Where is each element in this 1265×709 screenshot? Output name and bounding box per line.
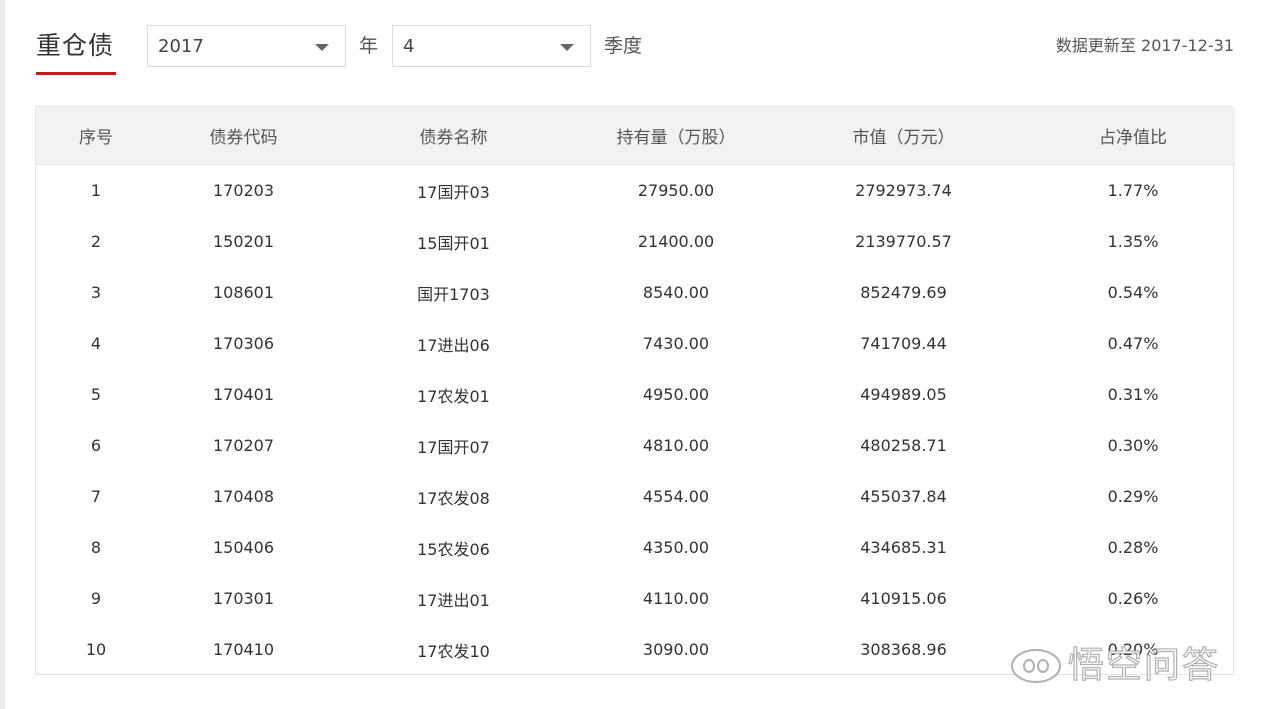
- cell-bond-code: 170401: [212, 385, 275, 404]
- bond-holdings-table: 序号 债券代码 债券名称 持有量（万股） 市值（万元） 占净值比 1 170203…: [35, 106, 1235, 676]
- column-header-bond-code: 债券代码: [156, 107, 331, 165]
- cell-bond-name: 17进出01: [417, 590, 490, 610]
- cell-index: 4: [90, 334, 102, 353]
- table-row: 7 170408 17农发08 4554.00 455037.84 0.29%: [36, 471, 1235, 522]
- cell-bond-name: 15国开01: [417, 233, 490, 253]
- table-row: 5 170401 17农发01 4950.00 494989.05 0.31%: [36, 369, 1235, 420]
- cell-bond-name: 17农发10: [417, 641, 490, 661]
- table-row: 1 170203 17国开03 27950.00 2792973.74 1.77%: [36, 165, 1235, 217]
- cell-net-value-ratio: 0.26%: [1107, 589, 1159, 608]
- cell-market-value: 494989.05: [860, 385, 947, 404]
- cell-bond-code: 170306: [212, 334, 275, 353]
- cell-index: 7: [90, 487, 102, 506]
- data-update-date: 数据更新至 2017-12-31: [1055, 36, 1234, 55]
- cell-bond-code: 170203: [212, 181, 275, 200]
- cell-holding-amount: 8540.00: [642, 283, 710, 302]
- cell-bond-code: 170301: [212, 589, 275, 608]
- cell-bond-name: 17农发01: [417, 386, 490, 406]
- cell-bond-name: 国开1703: [417, 284, 490, 304]
- quarter-select-value: 4: [403, 36, 415, 57]
- cell-market-value: 455037.84: [860, 487, 947, 506]
- cell-market-value: 741709.44: [860, 334, 947, 353]
- cell-index: 8: [90, 538, 102, 557]
- cell-market-value: 410915.06: [860, 589, 947, 608]
- left-edge-strip: [0, 0, 5, 709]
- title-active-underline: [36, 72, 116, 75]
- cell-holding-amount: 21400.00: [637, 232, 715, 251]
- cell-holding-amount: 7430.00: [642, 334, 710, 353]
- table-row: 8 150406 15农发06 4350.00 434685.31 0.28%: [36, 522, 1235, 573]
- table-body: 1 170203 17国开03 27950.00 2792973.74 1.77% 2 150…: [36, 165, 1235, 676]
- cell-holding-amount: 27950.00: [637, 181, 715, 200]
- table-row: 6 170207 17国开07 4810.00 480258.71 0.30%: [36, 420, 1235, 471]
- cell-net-value-ratio: 1.77%: [1107, 181, 1159, 200]
- cell-net-value-ratio: 0.30%: [1107, 436, 1159, 455]
- cell-market-value: 308368.96: [860, 640, 947, 659]
- cell-bond-name: 17国开07: [417, 437, 490, 457]
- cell-bond-name: 17国开03: [417, 182, 490, 202]
- cell-market-value: 2792973.74: [855, 181, 952, 200]
- year-select-value: 2017: [158, 36, 204, 57]
- cell-market-value: 852479.69: [860, 283, 947, 302]
- quarter-select[interactable]: 4: [392, 25, 591, 67]
- cell-net-value-ratio: 0.47%: [1107, 334, 1159, 353]
- cell-bond-name: 17农发08: [417, 488, 490, 508]
- table-row: 3 108601 国开1703 8540.00 852479.69 0.54%: [36, 267, 1235, 318]
- column-header-market-value: 市值（万元）: [776, 107, 1031, 165]
- table-row: 10 170410 17农发10 3090.00 308368.96 0.20%: [36, 624, 1235, 675]
- table-header-row: 序号 债券代码 债券名称 持有量（万股） 市值（万元） 占净值比: [36, 107, 1235, 165]
- cell-net-value-ratio: 1.35%: [1107, 232, 1159, 251]
- cell-index: 9: [90, 589, 102, 608]
- year-unit-label: 年: [359, 35, 379, 57]
- cell-index: 10: [85, 640, 107, 659]
- cell-holding-amount: 3090.00: [642, 640, 710, 659]
- quarter-unit-label: 季度: [604, 35, 643, 57]
- year-select[interactable]: 2017: [147, 25, 346, 67]
- cell-holding-amount: 4554.00: [642, 487, 710, 506]
- cell-index: 6: [90, 436, 102, 455]
- cell-bond-code: 108601: [212, 283, 275, 302]
- cell-bond-code: 170408: [212, 487, 275, 506]
- cell-index: 3: [90, 283, 102, 302]
- cell-market-value: 480258.71: [860, 436, 947, 455]
- cell-index: 5: [90, 385, 102, 404]
- column-header-net-value-ratio: 占净值比: [1031, 107, 1235, 165]
- cell-market-value: 2139770.57: [855, 232, 952, 251]
- table-row: 2 150201 15国开01 21400.00 2139770.57 1.35%: [36, 216, 1235, 267]
- cell-net-value-ratio: 0.29%: [1107, 487, 1159, 506]
- chevron-down-icon: [315, 44, 329, 51]
- cell-net-value-ratio: 0.20%: [1107, 640, 1159, 659]
- page-title: 重仓债: [36, 31, 115, 60]
- cell-bond-code: 170410: [212, 640, 275, 659]
- chevron-down-icon: [560, 44, 574, 51]
- column-header-holding-amount: 持有量（万股）: [576, 107, 776, 165]
- cell-index: 1: [90, 181, 102, 200]
- cell-net-value-ratio: 0.28%: [1107, 538, 1159, 557]
- table-row: 9 170301 17进出01 4110.00 410915.06 0.26%: [36, 573, 1235, 624]
- cell-net-value-ratio: 0.31%: [1107, 385, 1159, 404]
- cell-holding-amount: 4350.00: [642, 538, 710, 557]
- cell-bond-code: 150406: [212, 538, 275, 557]
- cell-market-value: 434685.31: [860, 538, 947, 557]
- cell-index: 2: [90, 232, 102, 251]
- cell-bond-name: 15农发06: [417, 539, 490, 559]
- cell-bond-name: 17进出06: [417, 335, 490, 355]
- header: 重仓债 2017 年 4 季度 数据更新至 2017-12-31: [0, 0, 1265, 90]
- cell-bond-code: 150201: [212, 232, 275, 251]
- cell-holding-amount: 4950.00: [642, 385, 710, 404]
- column-header-index: 序号: [36, 107, 156, 165]
- cell-bond-code: 170207: [212, 436, 275, 455]
- cell-holding-amount: 4810.00: [642, 436, 710, 455]
- cell-net-value-ratio: 0.54%: [1107, 283, 1159, 302]
- table-row: 4 170306 17进出06 7430.00 741709.44 0.47%: [36, 318, 1235, 369]
- column-header-bond-name: 债券名称: [331, 107, 576, 165]
- cell-holding-amount: 4110.00: [642, 589, 710, 608]
